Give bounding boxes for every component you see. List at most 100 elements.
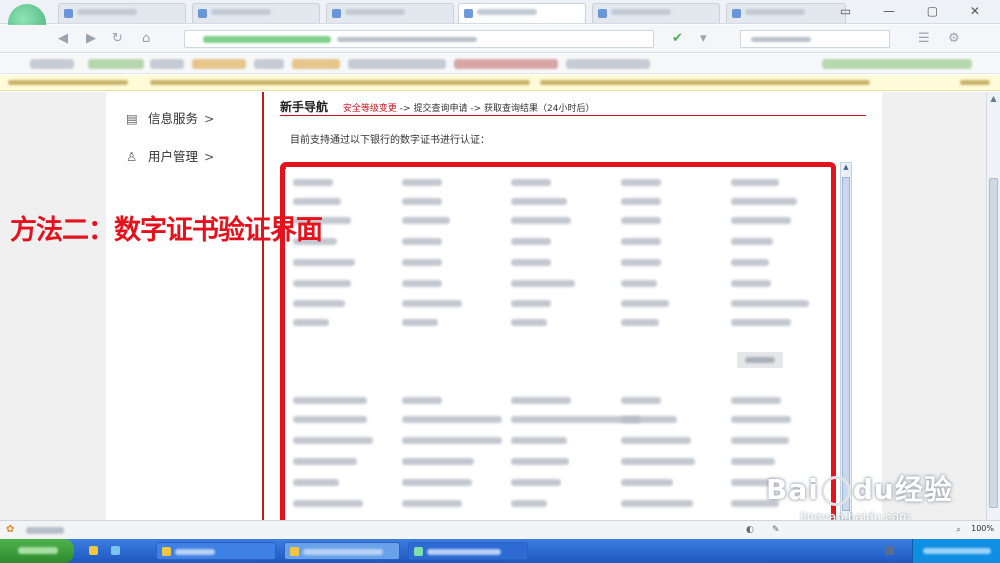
- bank-entry[interactable]: [621, 280, 657, 287]
- bank-entry[interactable]: [621, 500, 693, 507]
- more-banks-button[interactable]: [737, 352, 783, 368]
- bank-entry[interactable]: [511, 259, 551, 266]
- bank-entry[interactable]: [621, 238, 661, 245]
- favorite-item[interactable]: [88, 59, 144, 69]
- gift-icon[interactable]: ✿: [6, 524, 14, 535]
- bank-entry[interactable]: [731, 179, 779, 186]
- system-tray[interactable]: [912, 539, 1000, 563]
- bank-entry[interactable]: [511, 319, 547, 326]
- bank-entry[interactable]: [402, 198, 442, 205]
- taskbar-window[interactable]: [284, 542, 400, 560]
- quicklaunch-icon[interactable]: [106, 542, 126, 560]
- browser-tab[interactable]: [726, 3, 846, 23]
- bank-entry[interactable]: [402, 217, 450, 224]
- bank-entry[interactable]: [621, 198, 661, 205]
- browser-tab[interactable]: [192, 3, 320, 23]
- favorite-item[interactable]: [292, 59, 340, 69]
- tools-icon[interactable]: ⚙: [948, 31, 960, 46]
- scrollbar-thumb[interactable]: [989, 178, 998, 508]
- bank-entry[interactable]: [621, 259, 661, 266]
- bank-entry[interactable]: [402, 458, 474, 465]
- secure-icon[interactable]: ✔: [672, 31, 683, 46]
- bank-entry[interactable]: [402, 500, 462, 507]
- browser-tab[interactable]: [326, 3, 454, 23]
- url-input[interactable]: [184, 30, 654, 48]
- bank-entry[interactable]: [731, 397, 781, 404]
- bank-entry[interactable]: [293, 397, 367, 404]
- start-button[interactable]: [0, 539, 74, 563]
- bank-entry[interactable]: [731, 217, 791, 224]
- bank-entry[interactable]: [731, 238, 773, 245]
- bank-entry[interactable]: [402, 238, 442, 245]
- home-icon[interactable]: ⌂: [142, 31, 150, 46]
- status-icon[interactable]: ◐: [746, 525, 754, 535]
- bank-entry[interactable]: [511, 179, 551, 186]
- bank-entry[interactable]: [731, 280, 771, 287]
- nav-step-security-level[interactable]: 安全等级变更: [343, 104, 397, 114]
- bank-entry[interactable]: [402, 319, 438, 326]
- scroll-up-icon[interactable]: ▲: [987, 94, 1000, 103]
- bank-entry[interactable]: [402, 300, 462, 307]
- page-scrollbar[interactable]: ▲: [986, 92, 1000, 520]
- bank-entry[interactable]: [731, 437, 789, 444]
- bank-entry[interactable]: [511, 479, 561, 486]
- favorite-item[interactable]: [348, 59, 446, 69]
- menu-icon[interactable]: ☰: [918, 31, 930, 46]
- bank-entry[interactable]: [293, 300, 345, 307]
- bank-entry[interactable]: [402, 437, 502, 444]
- bank-entry[interactable]: [293, 458, 357, 465]
- bank-entry[interactable]: [293, 319, 329, 326]
- status-icon[interactable]: ✎: [772, 525, 780, 535]
- dropdown-icon[interactable]: ▾: [700, 31, 707, 46]
- bank-entry[interactable]: [731, 416, 791, 423]
- list-scrollbar[interactable]: ▲: [840, 162, 852, 520]
- bank-entry[interactable]: [511, 280, 575, 287]
- bank-entry[interactable]: [621, 458, 695, 465]
- bank-entry[interactable]: [511, 238, 551, 245]
- browser-tab-active[interactable]: [458, 3, 586, 23]
- bank-entry[interactable]: [293, 437, 373, 444]
- bank-entry[interactable]: [511, 397, 571, 404]
- nav-step-submit-query[interactable]: 提交查询申请: [413, 104, 467, 114]
- bank-entry[interactable]: [511, 437, 567, 444]
- bank-entry[interactable]: [621, 397, 661, 404]
- zoom-icon[interactable]: ⌕: [956, 525, 961, 535]
- favorite-item[interactable]: [150, 59, 184, 69]
- favorite-item[interactable]: [454, 59, 558, 69]
- bank-entry[interactable]: [621, 300, 669, 307]
- sidebar-item-info-service[interactable]: ▤ 信息服务 >: [126, 108, 215, 127]
- search-input[interactable]: [740, 30, 890, 48]
- taskbar-window-active[interactable]: [408, 542, 528, 560]
- favorite-item[interactable]: [254, 59, 284, 69]
- window-controls[interactable]: ▭ — ▢ ✕: [840, 4, 994, 18]
- bank-entry[interactable]: [511, 300, 551, 307]
- favorite-item[interactable]: [30, 59, 74, 69]
- bank-entry[interactable]: [731, 198, 797, 205]
- taskbar-icon[interactable]: [880, 542, 900, 560]
- bank-entry[interactable]: [621, 416, 677, 423]
- bank-entry[interactable]: [402, 397, 442, 404]
- taskbar-window[interactable]: [156, 542, 276, 560]
- refresh-icon[interactable]: ↻: [112, 31, 123, 46]
- bank-entry[interactable]: [402, 179, 442, 186]
- bank-entry[interactable]: [731, 319, 791, 326]
- sidebar-item-user-management[interactable]: ♙ 用户管理 >: [126, 146, 215, 165]
- scrollbar-thumb[interactable]: [842, 177, 850, 511]
- bank-entry[interactable]: [402, 259, 442, 266]
- bank-entry[interactable]: [293, 179, 333, 186]
- bank-entry[interactable]: [402, 416, 502, 423]
- favorite-item[interactable]: [192, 59, 246, 69]
- browser-tab[interactable]: [592, 3, 720, 23]
- bank-entry[interactable]: [511, 458, 569, 465]
- bank-entry[interactable]: [621, 179, 661, 186]
- quicklaunch-icon[interactable]: [84, 542, 104, 560]
- favorite-item[interactable]: [822, 59, 972, 69]
- bank-entry[interactable]: [731, 300, 809, 307]
- bank-entry[interactable]: [621, 319, 659, 326]
- scroll-up-icon[interactable]: ▲: [841, 163, 851, 175]
- bank-entry[interactable]: [731, 458, 775, 465]
- zoom-level[interactable]: 100%: [971, 524, 994, 533]
- favorite-item[interactable]: [566, 59, 650, 69]
- bank-entry[interactable]: [511, 500, 547, 507]
- nav-step-get-results[interactable]: 获取查询结果（: [484, 104, 547, 114]
